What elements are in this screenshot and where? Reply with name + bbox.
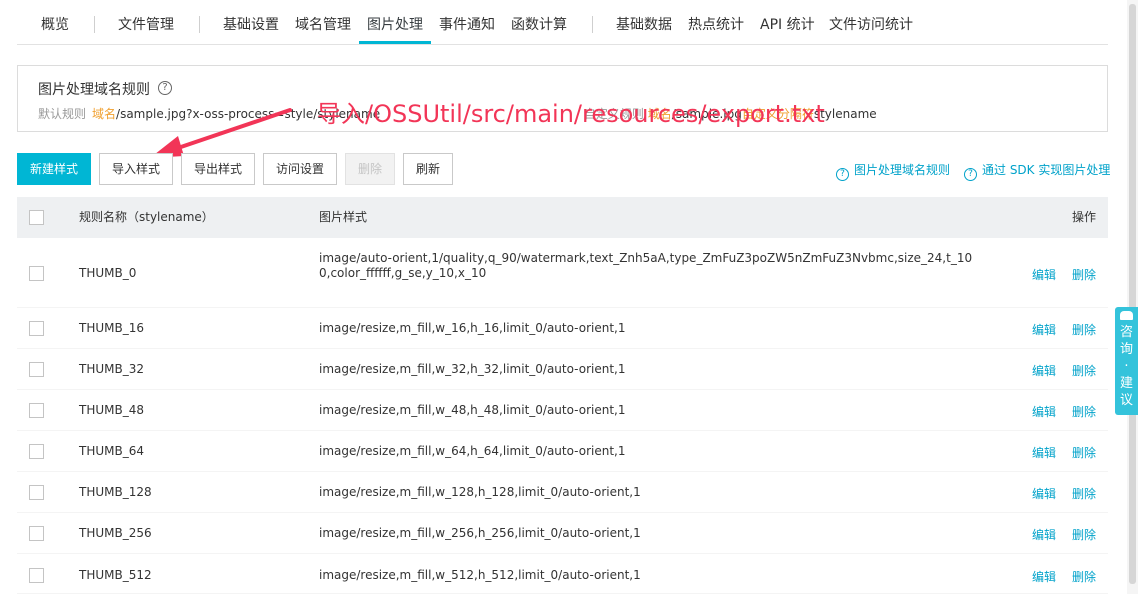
edit-link[interactable]: 编辑 xyxy=(1032,266,1056,283)
delete-link[interactable]: 删除 xyxy=(1072,568,1096,585)
domain-rules-help-label: 图片处理域名规则 xyxy=(854,163,951,177)
row-stylename: THUMB_512 xyxy=(79,568,152,582)
edit-link[interactable]: 编辑 xyxy=(1032,403,1056,420)
delete-link[interactable]: 删除 xyxy=(1072,526,1096,543)
column-header-style: 图片样式 xyxy=(319,210,368,224)
row-stylename: THUMB_0 xyxy=(79,266,137,280)
access-settings-button[interactable]: 访问设置 xyxy=(263,153,337,185)
domain-rules-help-link[interactable]: ? 图片处理域名规则 xyxy=(836,161,950,181)
row-checkbox[interactable] xyxy=(29,444,44,459)
tab-overview[interactable]: 概览 xyxy=(41,0,69,45)
tab-divider xyxy=(94,16,95,33)
table-row: THUMB_0 image/auto-orient,1/quality,q_90… xyxy=(17,238,1108,308)
active-tab-indicator xyxy=(359,41,431,44)
row-style-value: image/auto-orient,1/quality,q_90/waterma… xyxy=(319,251,973,280)
row-checkbox[interactable] xyxy=(29,526,44,541)
row-checkbox[interactable] xyxy=(29,485,44,500)
help-icon: ? xyxy=(964,168,977,181)
row-style-value: image/resize,m_fill,w_48,h_48,limit_0/au… xyxy=(319,403,626,417)
row-stylename: THUMB_48 xyxy=(79,403,144,417)
column-header-name: 规则名称（stylename） xyxy=(79,210,214,224)
tab-function-compute[interactable]: 函数计算 xyxy=(511,0,567,45)
row-checkbox[interactable] xyxy=(29,568,44,583)
delete-link[interactable]: 删除 xyxy=(1072,485,1096,502)
help-icon[interactable]: ? xyxy=(158,81,172,95)
sdk-help-link[interactable]: ? 通过 SDK 实现图片处理 xyxy=(964,161,1110,181)
edit-link[interactable]: 编辑 xyxy=(1032,526,1056,543)
row-checkbox[interactable] xyxy=(29,321,44,336)
consult-char: · xyxy=(1124,359,1129,374)
consult-char: 询 xyxy=(1119,342,1133,357)
tab-file-management[interactable]: 文件管理 xyxy=(118,0,174,45)
export-style-button[interactable]: 导出样式 xyxy=(181,153,255,185)
row-style-value: image/resize,m_fill,w_16,h_16,limit_0/au… xyxy=(319,321,626,335)
annotation-text: 导入/OSSUtil/src/main/resources/export.txt xyxy=(317,100,825,128)
row-stylename: THUMB_64 xyxy=(79,444,144,458)
row-checkbox[interactable] xyxy=(29,403,44,418)
tab-domain-management[interactable]: 域名管理 xyxy=(295,0,351,45)
select-all-checkbox[interactable] xyxy=(29,210,44,225)
new-style-button[interactable]: 新建样式 xyxy=(17,153,91,185)
table-row: THUMB_16 image/resize,m_fill,w_16,h_16,l… xyxy=(17,308,1108,349)
chat-icon xyxy=(1120,311,1133,320)
edit-link[interactable]: 编辑 xyxy=(1032,362,1056,379)
row-style-value: image/resize,m_fill,w_256,h_256,limit_0/… xyxy=(319,526,641,540)
row-stylename: THUMB_16 xyxy=(79,321,144,335)
tab-event-notification[interactable]: 事件通知 xyxy=(439,0,495,45)
rule-prefix-label: 默认规则 xyxy=(38,107,87,121)
consult-feedback-tab[interactable]: 咨 询 · 建 议 xyxy=(1115,307,1138,415)
row-style-value: image/resize,m_fill,w_32,h_32,limit_0/au… xyxy=(319,362,626,376)
import-style-button[interactable]: 导入样式 xyxy=(99,153,173,185)
tab-divider xyxy=(199,16,200,33)
vertical-scrollbar[interactable] xyxy=(1127,0,1138,594)
edit-link[interactable]: 编辑 xyxy=(1032,444,1056,461)
delete-button[interactable]: 删除 xyxy=(345,153,395,185)
table-row: THUMB_64 image/resize,m_fill,w_64,h_64,l… xyxy=(17,431,1108,472)
tab-api-stats[interactable]: API 统计 xyxy=(760,0,815,45)
column-header-actions: 操作 xyxy=(1072,210,1097,224)
row-stylename: THUMB_32 xyxy=(79,362,144,376)
row-stylename: THUMB_128 xyxy=(79,485,152,499)
consult-char: 建 xyxy=(1119,376,1133,391)
rule-domain-label: 域名 xyxy=(92,107,117,121)
rule-panel-title: 图片处理域名规则 xyxy=(38,82,150,98)
table-header: 规则名称（stylename） 图片样式 操作 xyxy=(17,197,1108,238)
table-row: THUMB_256 image/resize,m_fill,w_256,h_25… xyxy=(17,513,1108,554)
row-style-value: image/resize,m_fill,w_128,h_128,limit_0/… xyxy=(319,485,641,499)
edit-link[interactable]: 编辑 xyxy=(1032,568,1056,585)
delete-link[interactable]: 删除 xyxy=(1072,403,1096,420)
delete-link[interactable]: 删除 xyxy=(1072,266,1096,283)
sdk-help-label: 通过 SDK 实现图片处理 xyxy=(982,163,1111,177)
edit-link[interactable]: 编辑 xyxy=(1032,485,1056,502)
delete-link[interactable]: 删除 xyxy=(1072,444,1096,461)
tab-image-processing[interactable]: 图片处理 xyxy=(367,0,423,45)
help-icon: ? xyxy=(836,168,849,181)
tab-hotspot-stats[interactable]: 热点统计 xyxy=(688,0,744,45)
tab-bar: 概览 文件管理 基础设置 域名管理 图片处理 事件通知 函数计算 基础数据 热点… xyxy=(17,0,1108,45)
table-row: THUMB_32 image/resize,m_fill,w_32,h_32,l… xyxy=(17,349,1108,390)
tab-basic-settings[interactable]: 基础设置 xyxy=(223,0,279,45)
row-stylename: THUMB_256 xyxy=(79,526,152,540)
table-row: THUMB_128 image/resize,m_fill,w_128,h_12… xyxy=(17,472,1108,513)
table-row: THUMB_48 image/resize,m_fill,w_48,h_48,l… xyxy=(17,390,1108,431)
tab-basic-data[interactable]: 基础数据 xyxy=(616,0,672,45)
delete-link[interactable]: 删除 xyxy=(1072,362,1096,379)
row-checkbox[interactable] xyxy=(29,266,44,281)
table-row: THUMB_512 image/resize,m_fill,w_512,h_51… xyxy=(17,554,1108,594)
consult-char: 咨 xyxy=(1119,325,1133,340)
scrollbar-thumb[interactable] xyxy=(1129,4,1136,584)
consult-char: 议 xyxy=(1119,393,1133,408)
row-style-value: image/resize,m_fill,w_64,h_64,limit_0/au… xyxy=(319,444,626,458)
tab-divider xyxy=(592,16,593,33)
tab-file-access-stats[interactable]: 文件访问统计 xyxy=(829,0,913,45)
delete-link[interactable]: 删除 xyxy=(1072,321,1096,338)
row-style-value: image/resize,m_fill,w_512,h_512,limit_0/… xyxy=(319,568,641,582)
row-checkbox[interactable] xyxy=(29,362,44,377)
edit-link[interactable]: 编辑 xyxy=(1032,321,1056,338)
refresh-button[interactable]: 刷新 xyxy=(403,153,453,185)
